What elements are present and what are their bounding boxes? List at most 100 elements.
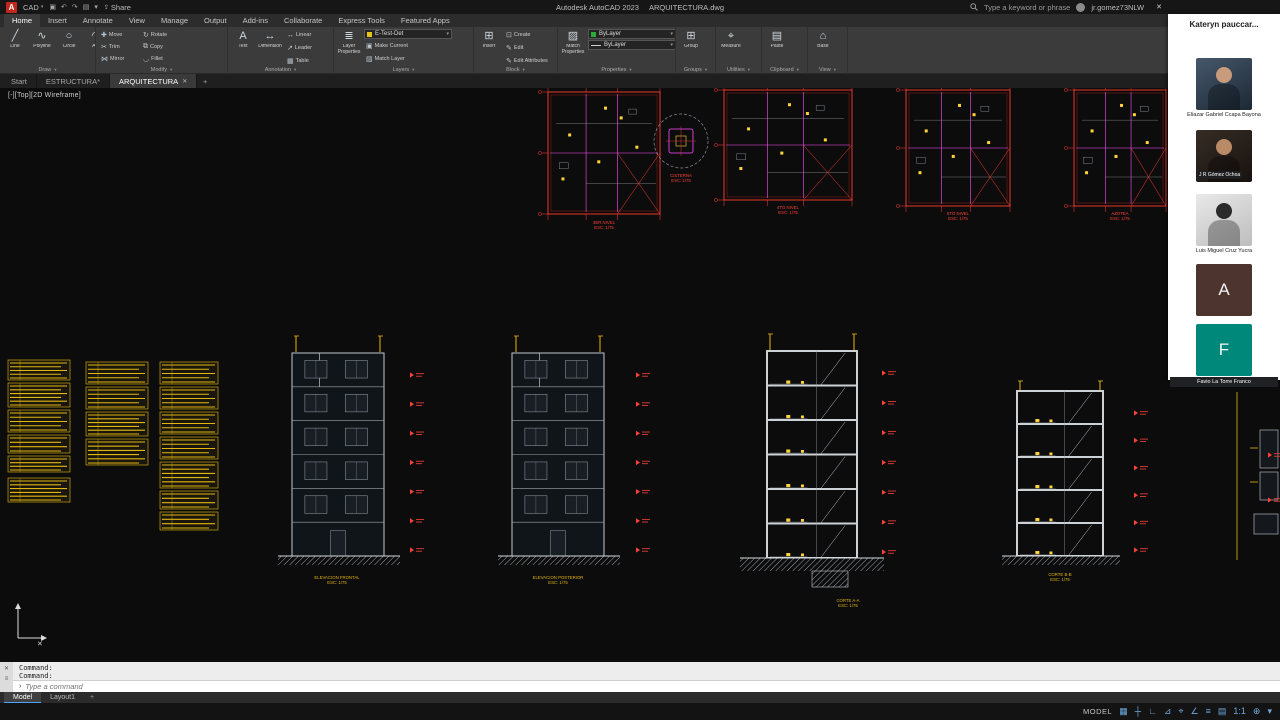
share-button[interactable]: ⇪ Share <box>104 3 131 12</box>
file-tab-start[interactable]: Start <box>2 74 37 88</box>
panel-label-view[interactable]: View <box>808 65 847 74</box>
model-space-indicator[interactable]: MODEL <box>1083 707 1112 716</box>
participant-avatar[interactable]: F <box>1196 324 1252 376</box>
window-close-button[interactable]: ✕ <box>1150 3 1162 11</box>
tool-linear[interactable]: ↔ Linear <box>285 29 312 41</box>
polar-tracking-icon[interactable]: ⊿ <box>1164 703 1172 720</box>
participant-video[interactable] <box>1196 58 1252 110</box>
panel-label-modify[interactable]: Modify <box>96 65 227 74</box>
panel-label-properties[interactable]: Properties <box>558 65 675 74</box>
tool-make-current[interactable]: ▣ Make Current <box>364 40 452 52</box>
ribbon-tab-view[interactable]: View <box>121 14 153 27</box>
layout-tab-layout1[interactable]: Layout1 <box>41 692 84 703</box>
tool-circle[interactable]: ○ Circle <box>57 29 81 50</box>
tool-text[interactable]: A Text <box>231 29 255 50</box>
ribbon-tab-featured-apps[interactable]: Featured Apps <box>393 14 458 27</box>
snap-tracking-icon[interactable]: ∠ <box>1191 703 1199 720</box>
tool-layer-properties[interactable]: ≣ Layer Properties <box>337 29 361 55</box>
participant-tile[interactable]: Luis Miguel Cruz Yucra <box>1170 194 1278 254</box>
scale-value[interactable]: 1:1 <box>1233 703 1246 720</box>
tool-dimension[interactable]: ↔ Dimension <box>258 29 282 50</box>
app-logo[interactable]: A <box>6 1 17 13</box>
tool-edit[interactable]: ✎ Edit <box>504 42 548 54</box>
object-snap-icon[interactable]: ⌖ <box>1178 703 1183 720</box>
ribbon-tab-express-tools[interactable]: Express Tools <box>330 14 393 27</box>
save-icon[interactable]: ▣ <box>49 3 56 11</box>
ribbon-tab-manage[interactable]: Manage <box>153 14 196 27</box>
snap-icon[interactable]: ┼ <box>1135 703 1141 720</box>
workspace-icon[interactable]: ⊕ <box>1253 703 1261 720</box>
panel-label-annotation[interactable]: Annotation <box>228 65 333 74</box>
panel-label-utilities[interactable]: Utilities <box>716 65 761 74</box>
tool-paste[interactable]: ▤ Paste <box>765 29 789 50</box>
new-drawing-tab-button[interactable]: + <box>197 74 213 88</box>
file-tab-arquitectura[interactable]: ARQUITECTURA ✕ <box>110 74 198 88</box>
tool-table[interactable]: ▦ Table <box>285 55 312 65</box>
tool-mirror[interactable]: ⋈ Mirror <box>99 53 141 65</box>
tool-rotate[interactable]: ↻ Rotate <box>141 29 183 41</box>
tool-polyline[interactable]: ∿ Polyline <box>30 29 54 50</box>
command-window[interactable]: ✕ ≡ Command: Command: › <box>0 662 1280 692</box>
bylayer-dropdown-1[interactable]: ByLayer ▾ <box>588 29 675 39</box>
file-tab-estructura[interactable]: ESTRUCTURA* <box>37 74 111 88</box>
tool-copy[interactable]: ⧉ Copy <box>141 41 183 53</box>
close-icon[interactable]: ✕ <box>182 78 187 85</box>
panel-label-layers[interactable]: Layers <box>334 65 473 74</box>
grid-icon[interactable]: ▦ <box>1119 703 1128 720</box>
tool-edit-attributes[interactable]: ✎ Edit Attributes <box>504 55 548 65</box>
tool-move[interactable]: ✚ Move <box>99 29 141 41</box>
tool-leader[interactable]: ↗ Leader <box>285 42 312 54</box>
workspace-switcher[interactable]: CAD ▾ <box>23 3 43 12</box>
new-layout-button[interactable]: + <box>84 692 100 703</box>
bylayer-dropdown-2[interactable]: ByLayer ▾ <box>588 40 675 50</box>
search-icon[interactable] <box>970 3 978 11</box>
layer-dropdown[interactable]: E-Test-Det ▾ <box>364 29 452 39</box>
redo-icon[interactable]: ↷ <box>72 3 78 11</box>
command-input-row[interactable]: › <box>13 680 1280 692</box>
tool-match-properties[interactable]: ▨ Match Properties <box>561 29 585 55</box>
help-search-input[interactable]: Type a keyword or phrase <box>984 3 1070 12</box>
qat-menu-icon[interactable]: ▾ <box>94 3 98 11</box>
participant-tile[interactable]: Eliazar Gabriel Ccapa Bayona <box>1170 58 1278 118</box>
customize-icon[interactable]: ▾ <box>1267 703 1272 720</box>
panel-label-block[interactable]: Block <box>474 65 557 74</box>
layout-tab-model[interactable]: Model <box>4 692 42 703</box>
tool-arc[interactable]: ◠Arc <box>84 29 95 50</box>
command-input[interactable] <box>25 682 426 691</box>
close-command-icon[interactable]: ✕ <box>4 665 9 672</box>
tool-trim[interactable]: ✂ Trim <box>99 41 141 53</box>
tool-line[interactable]: ╱ Line <box>3 29 27 50</box>
user-avatar[interactable] <box>1076 2 1086 12</box>
lineweight-icon[interactable]: ≡ <box>1206 703 1211 720</box>
participant-tile[interactable]: F Favio La Torre Franco <box>1170 324 1278 387</box>
tool-group[interactable]: ⊞ Group <box>679 29 703 50</box>
ribbon-tab-annotate[interactable]: Annotate <box>75 14 121 27</box>
tool-insert[interactable]: ⊞ Insert <box>477 29 501 50</box>
viewport-controls[interactable]: [-][Top][2D Wireframe] <box>8 92 81 99</box>
ribbon-tab-output[interactable]: Output <box>196 14 235 27</box>
customize-command-icon[interactable]: ≡ <box>5 676 9 682</box>
tool-base[interactable]: ⌂ Base <box>811 29 835 50</box>
layer-properties-icon: ≣ <box>344 30 354 42</box>
ribbon-tab-add-ins[interactable]: Add-ins <box>235 14 276 27</box>
ortho-icon[interactable]: ∟ <box>1148 703 1157 720</box>
undo-icon[interactable]: ↶ <box>61 3 67 11</box>
participant-tile[interactable]: A <box>1170 264 1278 316</box>
ribbon-tab-collaborate[interactable]: Collaborate <box>276 14 330 27</box>
participant-video[interactable] <box>1196 194 1252 246</box>
panel-label-draw[interactable]: Draw <box>0 65 95 74</box>
ribbon-panel-utilities: ⌖ Measure Utilities <box>716 27 762 74</box>
drawing-canvas[interactable]: ✕ 3ER NIVEL ESC: 1/75 4TO NIVEL ESC: 1/75 5TO… <box>0 88 1280 662</box>
panel-label-groups[interactable]: Groups <box>676 65 715 74</box>
tool-match-layer[interactable]: ▨ Match Layer <box>364 53 452 65</box>
ribbon-tab-insert[interactable]: Insert <box>40 14 75 27</box>
participant-avatar[interactable]: A <box>1196 264 1252 316</box>
participant-tile[interactable]: J R Gómez Ochoa <box>1170 130 1278 182</box>
plot-icon[interactable]: ▤ <box>83 3 90 11</box>
tool-create[interactable]: ⊡ Create <box>504 29 548 41</box>
tool-measure[interactable]: ⌖ Measure <box>719 29 743 50</box>
annotation-scale-icon[interactable]: ▤ <box>1218 703 1227 720</box>
panel-label-clipboard[interactable]: Clipboard <box>762 65 807 74</box>
ribbon-tab-home[interactable]: Home <box>4 14 41 27</box>
tool-fillet[interactable]: ◡ Fillet <box>141 53 183 65</box>
